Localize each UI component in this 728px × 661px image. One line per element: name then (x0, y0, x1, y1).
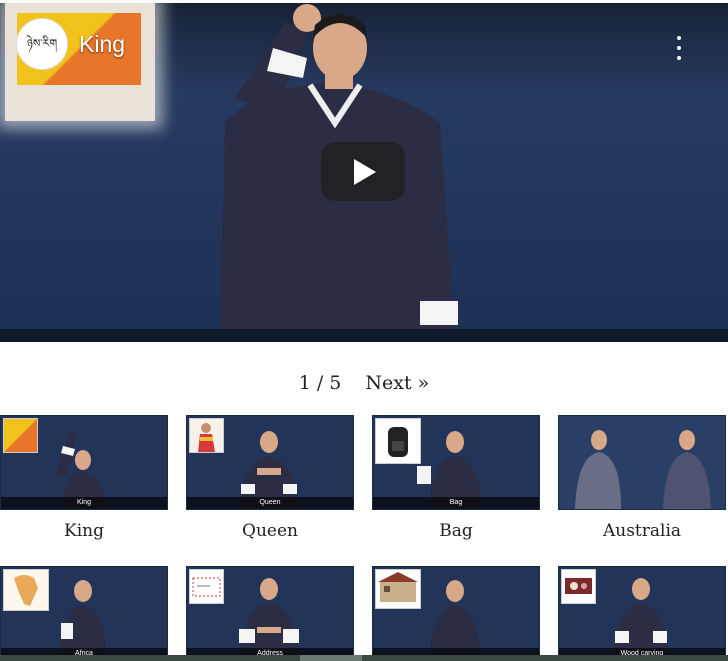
pagination: 1 / 5 Next » (0, 372, 728, 394)
channel-logo[interactable]: ཉེས་རིག (16, 18, 68, 70)
video-thumbnail[interactable]: Queen (186, 415, 354, 510)
video-card-queen[interactable]: Queen Queen (186, 415, 354, 541)
page-count: 1 / 5 (298, 372, 342, 394)
video-thumbnail[interactable] (558, 415, 726, 510)
video-card-bag[interactable]: Bag Bag (372, 415, 540, 541)
next-page-link[interactable]: Next » (365, 372, 429, 394)
presenter-figure (59, 580, 107, 660)
video-card-king[interactable]: King King (0, 415, 168, 541)
play-icon (354, 158, 376, 185)
video-thumbnail[interactable]: Address (186, 566, 354, 661)
presenter-figure (239, 431, 299, 509)
thumbnail-caption: King (1, 497, 167, 509)
video-card-africa[interactable]: Africa (0, 566, 168, 661)
presenter-figure (575, 430, 711, 509)
presenter-figure (56, 430, 107, 509)
video-card-label[interactable]: Bag (372, 521, 540, 541)
video-thumbnail[interactable]: King (0, 415, 168, 510)
video-thumbnail[interactable] (372, 566, 540, 661)
channel-logo-text: ཉེས་རིག (26, 37, 58, 50)
video-card-australia[interactable]: Australia (558, 415, 726, 541)
video-player[interactable]: ཉེས་རིག King (0, 3, 728, 342)
video-card-label[interactable]: King (0, 521, 168, 541)
thumbnail-caption: Bag (373, 497, 539, 509)
presenter-figure (429, 580, 481, 660)
presenter-figure (239, 578, 299, 660)
player-control-bar[interactable] (0, 329, 728, 342)
thumbnail-caption: Queen (187, 497, 353, 509)
video-card-label[interactable]: Queen (186, 521, 354, 541)
video-thumbnail[interactable]: Bag (372, 415, 540, 510)
video-thumbnail[interactable]: Africa (0, 566, 168, 661)
video-card-building[interactable] (372, 566, 540, 661)
video-card-address[interactable]: Address (186, 566, 354, 661)
play-button[interactable] (321, 142, 405, 201)
scrollbar-thumb[interactable] (300, 655, 362, 661)
horizontal-scrollbar[interactable] (0, 655, 728, 661)
video-thumbnail[interactable]: Wood carving (558, 566, 726, 661)
video-card-label[interactable]: Australia (558, 521, 726, 541)
video-title[interactable]: King (79, 31, 125, 58)
more-vert-icon[interactable] (672, 36, 686, 60)
video-card-wood-carving[interactable]: Wood carving (558, 566, 726, 661)
thumbnail-caption (559, 497, 725, 509)
presenter-figure (417, 431, 483, 509)
presenter-figure (613, 578, 669, 660)
